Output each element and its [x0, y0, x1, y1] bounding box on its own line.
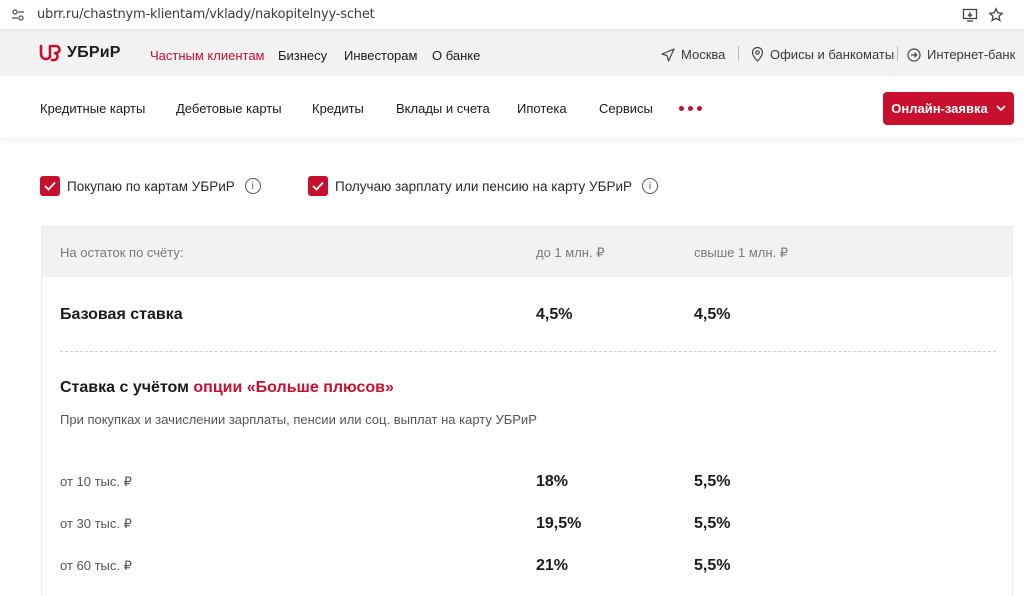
internet-bank-label: Интернет-банк [927, 47, 1016, 62]
tier-rate-low: 21% [536, 557, 569, 574]
info-icon[interactable]: i [244, 178, 261, 194]
base-rate-low: 4,5% [536, 306, 573, 323]
tier-label: от 60 тыс. ₽ [60, 558, 132, 573]
divider [897, 46, 898, 61]
topnav-about[interactable]: О банке [432, 48, 480, 63]
checkmark-icon [44, 181, 56, 191]
nav-deposits[interactable]: Вклады и счета [396, 101, 490, 116]
checkmark-icon [312, 181, 324, 191]
option-salary[interactable]: Получаю зарплату или пенсию на карту УБР… [308, 176, 659, 196]
online-application-button[interactable]: Онлайн-заявка [883, 92, 1014, 125]
chevron-down-icon [996, 105, 1006, 112]
nav-loans[interactable]: Кредиты [312, 101, 364, 116]
nav-credit-cards[interactable]: Кредитные карты [40, 101, 145, 116]
dashed-divider [60, 351, 996, 352]
apply-button-label: Онлайн-заявка [891, 101, 988, 116]
offices-label: Офисы и банкоматы [770, 47, 895, 62]
site-settings-icon[interactable] [11, 8, 25, 22]
table-header: На остаток по счёту: до 1 млн. ₽ свыше 1… [42, 227, 1012, 277]
logo-text: УБРиР [67, 44, 121, 61]
location-arrow-icon [661, 47, 675, 62]
city-label: Москва [681, 47, 726, 62]
browser-address-bar: ubrr.ru/chastnym-klientam/vklady/nakopit… [0, 0, 1024, 30]
topnav-business[interactable]: Бизнесу [278, 48, 327, 63]
option-label: Получаю зарплату или пенсию на карту УБР… [335, 178, 633, 194]
option-cards-purchase[interactable]: Покупаю по картам УБРиР i [40, 176, 261, 196]
map-pin-icon [751, 47, 764, 62]
install-app-icon[interactable] [962, 7, 978, 23]
rates-table: На остаток по счёту: до 1 млн. ₽ свыше 1… [41, 226, 1013, 596]
tier-label: от 30 тыс. ₽ [60, 516, 132, 531]
ubrr-logo[interactable]: УБРиР [39, 44, 121, 62]
header-over-1m: свыше 1 млн. ₽ [694, 245, 789, 260]
checkbox-salary[interactable] [308, 176, 328, 196]
checkbox-cards-purchase[interactable] [40, 176, 60, 196]
option-title-link[interactable]: опции «Больше плюсов» [193, 379, 394, 396]
city-selector[interactable]: Москва [661, 47, 725, 62]
tier-rate-high: 5,5% [694, 473, 731, 490]
tier-rate-high: 5,5% [694, 515, 731, 532]
tier-rate-low: 18% [536, 473, 569, 490]
bookmark-star-icon[interactable] [988, 7, 1004, 23]
main-navigation: Кредитные карты Дебетовые карты Кредиты … [0, 76, 1024, 138]
option-label: Покупаю по картам УБРиР [67, 178, 235, 194]
base-rate-label: Базовая ставка [60, 306, 183, 323]
topnav-investors[interactable]: Инвесторам [344, 48, 417, 63]
divider [738, 46, 739, 61]
nav-debit-cards[interactable]: Дебетовые карты [176, 101, 282, 116]
url-text[interactable]: ubrr.ru/chastnym-klientam/vklady/nakopit… [37, 7, 375, 22]
base-rate-high: 4,5% [694, 306, 731, 323]
offices-link[interactable]: Офисы и банкоматы [751, 47, 894, 62]
option-title-prefix: Ставка с учётом [60, 379, 194, 396]
option-description: При покупках и зачислении зарплаты, пенс… [60, 412, 537, 427]
tier-label: от 10 тыс. ₽ [60, 474, 132, 489]
ubrr-logo-icon [39, 44, 61, 62]
header-balance: На остаток по счёту: [60, 245, 184, 260]
tier-rate-high: 5,5% [694, 557, 731, 574]
login-icon [907, 47, 921, 62]
nav-services[interactable]: Сервисы [599, 101, 653, 116]
tier-rate-low: 19,5% [536, 515, 582, 532]
top-header: УБРиР Частным клиентам Бизнесу Инвестора… [0, 30, 1024, 76]
info-icon[interactable]: i [642, 178, 659, 194]
topnav-private-clients[interactable]: Частным клиентам [150, 48, 265, 63]
internet-bank-link[interactable]: Интернет-банк [907, 47, 1015, 62]
nav-mortgage[interactable]: Ипотека [517, 101, 567, 116]
more-menu-icon[interactable] [679, 106, 702, 111]
header-under-1m: до 1 млн. ₽ [536, 245, 605, 260]
option-rate-title: Ставка с учётом опции «Больше плюсов» [60, 379, 394, 397]
